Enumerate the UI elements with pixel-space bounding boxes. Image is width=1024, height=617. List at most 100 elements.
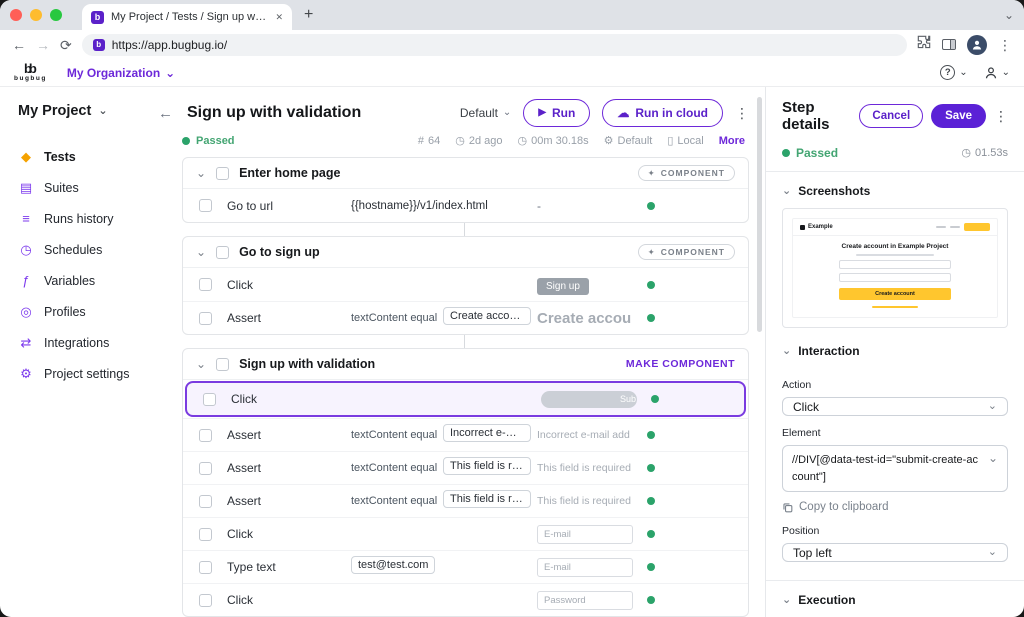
chevron-down-icon: ⌄	[165, 67, 175, 79]
copy-label: Copy to clipboard	[799, 501, 889, 513]
copy-to-clipboard-button[interactable]: Copy to clipboard	[782, 501, 1008, 513]
step-row[interactable]: Assert textContent equal This field is r…	[183, 484, 748, 517]
sidebar-item-schedules[interactable]: ◷ Schedules	[18, 234, 148, 265]
sidebar-item-project-settings[interactable]: ⚙ Project settings	[18, 358, 148, 389]
bugbug-favicon: b	[91, 11, 104, 24]
run-in-cloud-button[interactable]: ☁ Run in cloud	[602, 99, 723, 127]
cancel-button[interactable]: Cancel	[859, 104, 923, 128]
step-checkbox[interactable]	[203, 393, 216, 406]
sidebar-item-tests[interactable]: ◆ Tests	[18, 141, 148, 172]
position-select[interactable]: Top left ⌄	[782, 543, 1008, 562]
save-button[interactable]: Save	[931, 104, 986, 128]
url-bar[interactable]: b https://app.bugbug.io/	[82, 34, 907, 56]
step-row[interactable]: Type text test@test.com E-mail	[183, 550, 748, 583]
step-row[interactable]: Click E-mail	[183, 517, 748, 550]
minimize-window-button[interactable]	[30, 9, 42, 21]
side-panel-icon[interactable]	[942, 39, 956, 50]
organization-dropdown[interactable]: My Organization ⌄	[67, 66, 175, 80]
group-header[interactable]: ⌄ Enter home page ✦ COMPONENT	[183, 158, 748, 189]
type-text-value-input[interactable]: test@test.com	[351, 556, 435, 574]
step-row[interactable]: Click Sign up	[183, 268, 748, 301]
maximize-window-button[interactable]	[50, 9, 62, 21]
step-checkbox[interactable]	[199, 278, 212, 291]
collapse-icon[interactable]: ⌄	[196, 246, 206, 258]
extensions-icon[interactable]	[917, 35, 931, 54]
sidebar-item-suites[interactable]: ▤ Suites	[18, 172, 148, 203]
collapse-icon[interactable]: ⌄	[196, 358, 206, 370]
browser-profile-avatar[interactable]	[967, 35, 987, 55]
element-screenshot: Create accou	[537, 310, 633, 327]
step-row[interactable]: Assert textContent equal Create account …	[183, 301, 748, 334]
step-row[interactable]: Click Password	[183, 583, 748, 616]
back-button[interactable]: ←	[158, 106, 173, 121]
back-icon[interactable]: ←	[12, 38, 26, 52]
step-checkbox[interactable]	[199, 199, 212, 212]
sidebar-item-label: Schedules	[44, 243, 102, 257]
assert-value-input[interactable]: Create account i...	[443, 307, 531, 325]
step-checkbox[interactable]	[199, 429, 212, 442]
more-link[interactable]: More	[719, 135, 745, 147]
step-checkbox[interactable]	[199, 594, 212, 607]
step-status-dot	[647, 563, 655, 571]
project-dropdown[interactable]: My Project ⌄	[18, 103, 148, 119]
logo-word: bugbug	[14, 76, 47, 83]
step-checkbox[interactable]	[199, 495, 212, 508]
help-menu[interactable]: ? ⌄	[940, 65, 967, 80]
main-scrollbar[interactable]	[757, 97, 762, 332]
sidebar-item-runs-history[interactable]: ≡ Runs history	[18, 203, 148, 234]
interaction-section-header[interactable]: ⌄ Interaction	[782, 344, 1008, 358]
step-status-dot	[647, 202, 655, 210]
element-selector-select[interactable]: //DIV[@data-test-id="submit-create-accou…	[782, 445, 1008, 492]
action-select[interactable]: Click ⌄	[782, 397, 1008, 416]
group-header[interactable]: ⌄ Go to sign up ✦ COMPONENT	[183, 237, 748, 268]
group-checkbox[interactable]	[216, 358, 229, 371]
sidebar-item-integrations[interactable]: ⇄ Integrations	[18, 327, 148, 358]
sidebar-item-label: Project settings	[44, 367, 129, 381]
run-profile: ⚙ Default	[604, 135, 653, 147]
step-screenshot[interactable]: Example Create account in Example Projec…	[782, 208, 1008, 328]
browser-menu-icon[interactable]: ⋮	[998, 38, 1012, 52]
collapse-icon[interactable]: ⌄	[196, 167, 206, 179]
reload-icon[interactable]: ⟳	[60, 38, 72, 52]
step-checkbox[interactable]	[199, 462, 212, 475]
step-row[interactable]: Assert textContent equal This field is r…	[183, 451, 748, 484]
group-checkbox[interactable]	[216, 167, 229, 180]
browser-toolbar-icons: ⋮	[917, 35, 1012, 55]
tests-icon: ◆	[18, 149, 34, 165]
step-checkbox[interactable]	[199, 561, 212, 574]
assert-value-input[interactable]: This field is requ...	[443, 457, 531, 475]
group-header[interactable]: ⌄ Sign up with validation MAKE COMPONENT	[183, 349, 748, 380]
step-value: {{hostname}}/v1/index.html	[351, 200, 537, 212]
assert-value-input[interactable]: This field is requ...	[443, 490, 531, 508]
sidebar-item-profiles[interactable]: ◎ Profiles	[18, 296, 148, 327]
step-action: Click	[227, 278, 351, 292]
status-dot	[782, 149, 790, 157]
screenshots-section-header[interactable]: ⌄ Screenshots	[782, 184, 1008, 198]
run-duration: ◷ 00m 30.18s	[518, 135, 589, 147]
close-window-button[interactable]	[10, 9, 22, 21]
tab-search-icon[interactable]: ⌄	[1004, 9, 1014, 21]
new-tab-button[interactable]: +	[304, 7, 313, 23]
browser-tab[interactable]: b My Project / Tests / Sign up wil... ✕	[82, 4, 292, 30]
header-actions: ? ⌄ ⌄	[940, 65, 1010, 80]
collapse-icon: ⌄	[782, 346, 791, 357]
panel-menu-icon[interactable]: ⋮	[994, 109, 1008, 123]
step-checkbox[interactable]	[199, 312, 212, 325]
make-component-link[interactable]: MAKE COMPONENT	[626, 358, 735, 370]
group-checkbox[interactable]	[216, 246, 229, 259]
bugbug-logo[interactable]: bb bugbug	[14, 62, 47, 83]
forward-icon[interactable]: →	[36, 38, 50, 52]
test-menu-icon[interactable]: ⋮	[735, 106, 749, 120]
step-row[interactable]: Assert textContent equal Incorrect e-mai…	[183, 418, 748, 451]
step-row-selected[interactable]: Click Sub	[185, 381, 746, 417]
component-badge: ✦ COMPONENT	[638, 244, 735, 260]
profile-dropdown[interactable]: Default ⌄	[460, 106, 511, 120]
assert-value-input[interactable]: Incorrect e-mail ...	[443, 424, 531, 442]
sidebar-item-variables[interactable]: ƒ Variables	[18, 265, 148, 296]
close-tab-icon[interactable]: ✕	[275, 13, 283, 22]
user-menu[interactable]: ⌄	[984, 66, 1010, 80]
step-row[interactable]: Go to url {{hostname}}/v1/index.html -	[183, 189, 748, 222]
execution-section-header[interactable]: ⌄ Execution	[782, 593, 1008, 607]
run-button[interactable]: ▶ Run	[523, 99, 590, 127]
step-checkbox[interactable]	[199, 528, 212, 541]
